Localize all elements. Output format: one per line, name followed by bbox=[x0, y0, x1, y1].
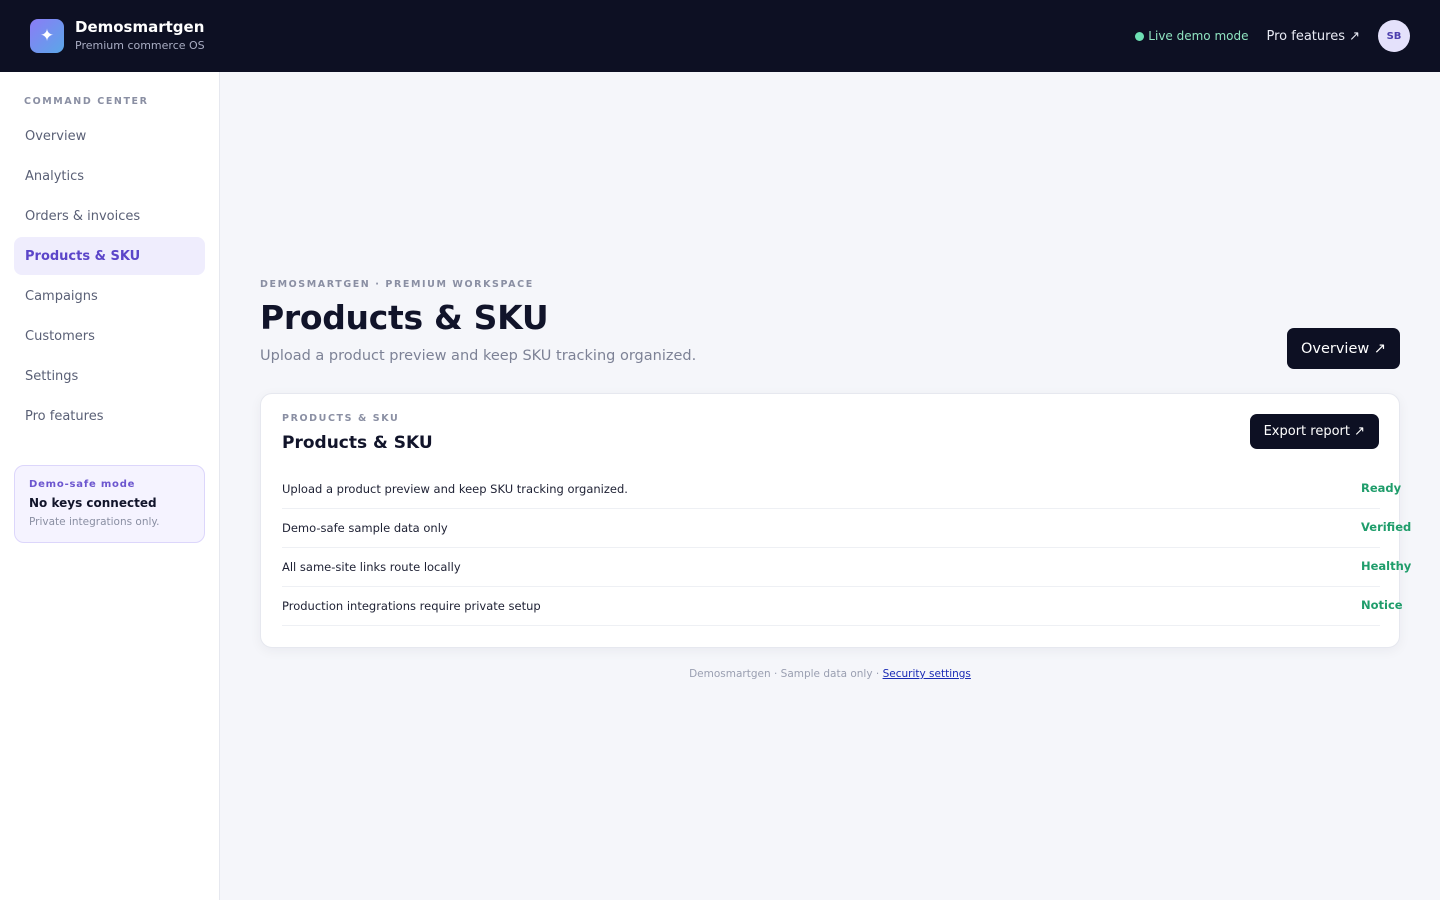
sidebar-item-label: Analytics bbox=[25, 168, 85, 184]
sidebar-item-label: Pro features bbox=[25, 408, 104, 424]
status-badge: Ready bbox=[1359, 480, 1402, 499]
sidebar-item-label: Campaigns bbox=[25, 288, 98, 304]
products-card: PRODUCTS & SKU Products & SKU Export rep… bbox=[260, 393, 1411, 648]
footer: Demosmartgen · Sample data only · Securi… bbox=[260, 668, 1400, 680]
card-title: Products & SKU bbox=[282, 433, 433, 453]
status-list: Upload a product preview and keep SKU tr… bbox=[282, 470, 1411, 626]
demo-mode-title: No keys connected bbox=[29, 496, 157, 510]
brand: Demosmartgen Premium commerce OS bbox=[75, 18, 205, 54]
sidebar-item-label: Customers bbox=[25, 328, 95, 344]
sidebar-item-label: Orders & invoices bbox=[25, 208, 141, 224]
security-settings-link[interactable]: Security settings bbox=[883, 668, 971, 680]
status-badge: Healthy bbox=[1359, 558, 1412, 577]
sidebar: COMMAND CENTER Overview Analytics Orders… bbox=[0, 72, 220, 900]
avatar[interactable]: SB bbox=[1378, 20, 1410, 52]
sidebar-item-customers[interactable]: Customers bbox=[14, 317, 205, 355]
list-item-label: Demo-safe sample data only bbox=[282, 521, 448, 535]
list-item: All same-site links route locally Health… bbox=[282, 548, 1411, 587]
sidebar-item-label: Products & SKU bbox=[25, 248, 141, 264]
live-status-label: Live demo mode bbox=[1148, 29, 1249, 43]
sidebar-item-overview[interactable]: Overview bbox=[14, 117, 205, 155]
page-subtitle: Upload a product preview and keep SKU tr… bbox=[260, 348, 697, 364]
overview-button[interactable]: Overview ↗ bbox=[1286, 328, 1400, 369]
sparkle-icon[interactable]: ✦ bbox=[30, 19, 64, 53]
list-item: Upload a product preview and keep SKU tr… bbox=[282, 470, 1401, 509]
status-badge: Notice bbox=[1360, 597, 1403, 616]
brand-name: Demosmartgen bbox=[75, 18, 205, 36]
pro-features-link[interactable]: Pro features ↗ bbox=[1267, 29, 1361, 44]
brand-tagline: Premium commerce OS bbox=[75, 39, 205, 52]
sidebar-item-products[interactable]: Products & SKU bbox=[14, 237, 205, 275]
demo-mode-kicker: Demo-safe mode bbox=[29, 479, 136, 490]
list-item-label: Upload a product preview and keep SKU tr… bbox=[282, 482, 628, 496]
sidebar-item-campaigns[interactable]: Campaigns bbox=[14, 277, 205, 315]
live-status: Live demo mode bbox=[1135, 29, 1249, 43]
page-title: Products & SKU bbox=[260, 298, 549, 337]
footer-text: Demosmartgen · Sample data only · bbox=[689, 668, 883, 680]
status-dot-icon bbox=[1135, 31, 1145, 41]
list-item-label: All same-site links route locally bbox=[282, 560, 461, 574]
top-bar: ✦ Demosmartgen Premium commerce OS Live … bbox=[0, 0, 1440, 72]
status-badge: Verified bbox=[1359, 519, 1412, 538]
sidebar-item-analytics[interactable]: Analytics bbox=[14, 157, 205, 195]
sidebar-item-label: Overview bbox=[25, 128, 87, 144]
sidebar-item-settings[interactable]: Settings bbox=[14, 357, 205, 395]
list-item: Demo-safe sample data only Verified bbox=[282, 509, 1411, 548]
card-kicker: PRODUCTS & SKU bbox=[282, 413, 400, 424]
sidebar-item-label: Settings bbox=[25, 368, 79, 384]
workspace-kicker: DEMOSMARTGEN · PREMIUM WORKSPACE bbox=[260, 279, 534, 290]
list-item-label: Production integrations require private … bbox=[282, 599, 541, 613]
sidebar-item-pro-features[interactable]: Pro features bbox=[14, 397, 205, 435]
demo-mode-card: Demo-safe mode No keys connected Private… bbox=[14, 465, 205, 543]
header-actions: Live demo mode Pro features ↗ SB bbox=[1135, 20, 1410, 52]
demo-mode-note: Private integrations only. bbox=[29, 516, 160, 528]
sidebar-heading: COMMAND CENTER bbox=[24, 96, 149, 107]
sidebar-item-orders[interactable]: Orders & invoices bbox=[14, 197, 205, 235]
export-report-button[interactable]: Export report ↗ bbox=[1249, 414, 1379, 449]
list-item: Production integrations require private … bbox=[282, 587, 1403, 626]
